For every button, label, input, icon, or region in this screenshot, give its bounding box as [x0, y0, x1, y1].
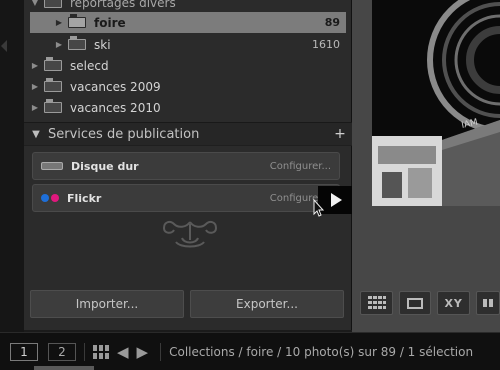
- folder-name: vacances 2010: [70, 100, 161, 115]
- import-button[interactable]: Importer...: [30, 290, 184, 318]
- left-panel-collapse-strip[interactable]: [0, 0, 24, 332]
- folder-row[interactable]: ▶ selecd: [30, 55, 346, 76]
- folder-icon: [68, 36, 86, 50]
- folder-count: 1610: [312, 38, 340, 51]
- flickr-icon: [41, 194, 59, 202]
- folder-icon: [44, 99, 62, 113]
- expand-triangle-icon[interactable]: ▶: [54, 18, 64, 27]
- folder-row[interactable]: ▶ ski 1610: [30, 34, 346, 55]
- publish-service-flickr[interactable]: Flickr Configurer...: [32, 184, 340, 212]
- grid-view-icon[interactable]: [360, 291, 394, 315]
- ornament-divider-icon: [162, 220, 218, 248]
- publish-services-title: Services de publication: [48, 126, 200, 142]
- collapse-arrow-icon[interactable]: [1, 40, 7, 52]
- folder-count: 89: [324, 16, 340, 29]
- expand-triangle-icon[interactable]: ▶: [30, 82, 40, 91]
- loupe-view-icon[interactable]: [399, 291, 431, 315]
- expand-triangle-icon[interactable]: ▼: [30, 0, 40, 7]
- left-panel: ▼ reportages divers ▶ foire 89 ▶ ski 161…: [24, 0, 352, 330]
- folder-name: ski: [94, 37, 111, 52]
- survey-view-icon[interactable]: [476, 291, 500, 315]
- divider: [84, 342, 85, 361]
- folder-name: foire: [94, 15, 126, 30]
- screen-2-button[interactable]: 2: [48, 342, 76, 361]
- filmstrip-scrollbar[interactable]: [34, 366, 94, 370]
- publish-services-header[interactable]: ▼ Services de publication +: [24, 122, 352, 146]
- expand-triangle-icon[interactable]: ▶: [54, 40, 64, 49]
- folder-row[interactable]: ▶ vacances 2009: [30, 76, 346, 97]
- arrow-right-icon[interactable]: ▶: [137, 343, 149, 361]
- divider: [160, 342, 162, 361]
- folder-name: vacances 2009: [70, 79, 161, 94]
- view-mode-toolbar: XY: [352, 288, 500, 318]
- folder-row-selected[interactable]: ▶ foire 89: [30, 12, 346, 33]
- folder-icon: [44, 0, 62, 8]
- folder-name: selecd: [70, 58, 109, 73]
- folder-icon: [68, 14, 86, 28]
- expand-triangle-icon[interactable]: ▶: [30, 61, 40, 70]
- folder-row[interactable]: ▶ vacances 2010: [30, 97, 346, 118]
- plus-icon[interactable]: +: [328, 126, 352, 142]
- filmstrip-source-path[interactable]: Collections / foire / 10 photo(s) sur 89…: [169, 345, 473, 359]
- expand-triangle-icon[interactable]: ▶: [30, 103, 40, 112]
- compare-view-button[interactable]: XY: [436, 291, 471, 315]
- folders-list: ▼ reportages divers ▶ foire 89 ▶ ski 161…: [24, 0, 352, 118]
- screen-1-button[interactable]: 1: [10, 342, 38, 361]
- photo-preview[interactable]: IAM: [372, 0, 500, 206]
- export-button[interactable]: Exporter...: [190, 290, 344, 318]
- mouse-cursor-icon: [313, 199, 325, 217]
- filmstrip-bar: 1 2 ◀ ▶ Collections / foire / 10 photo(s…: [0, 332, 500, 370]
- folder-icon: [44, 78, 62, 92]
- arrow-left-icon[interactable]: ◀: [117, 343, 129, 361]
- grid-icon[interactable]: [93, 344, 109, 359]
- collapse-triangle-icon[interactable]: ▼: [24, 129, 48, 140]
- preview-area: IAM: [352, 0, 500, 332]
- folder-icon: [44, 57, 62, 71]
- service-name: Disque dur: [71, 159, 139, 173]
- folder-name: reportages divers: [70, 0, 176, 10]
- hard-drive-icon: [41, 162, 63, 170]
- configure-link[interactable]: Configurer...: [270, 161, 331, 172]
- publish-service-hard-drive[interactable]: Disque dur Configurer...: [32, 152, 340, 180]
- service-name: Flickr: [67, 191, 102, 205]
